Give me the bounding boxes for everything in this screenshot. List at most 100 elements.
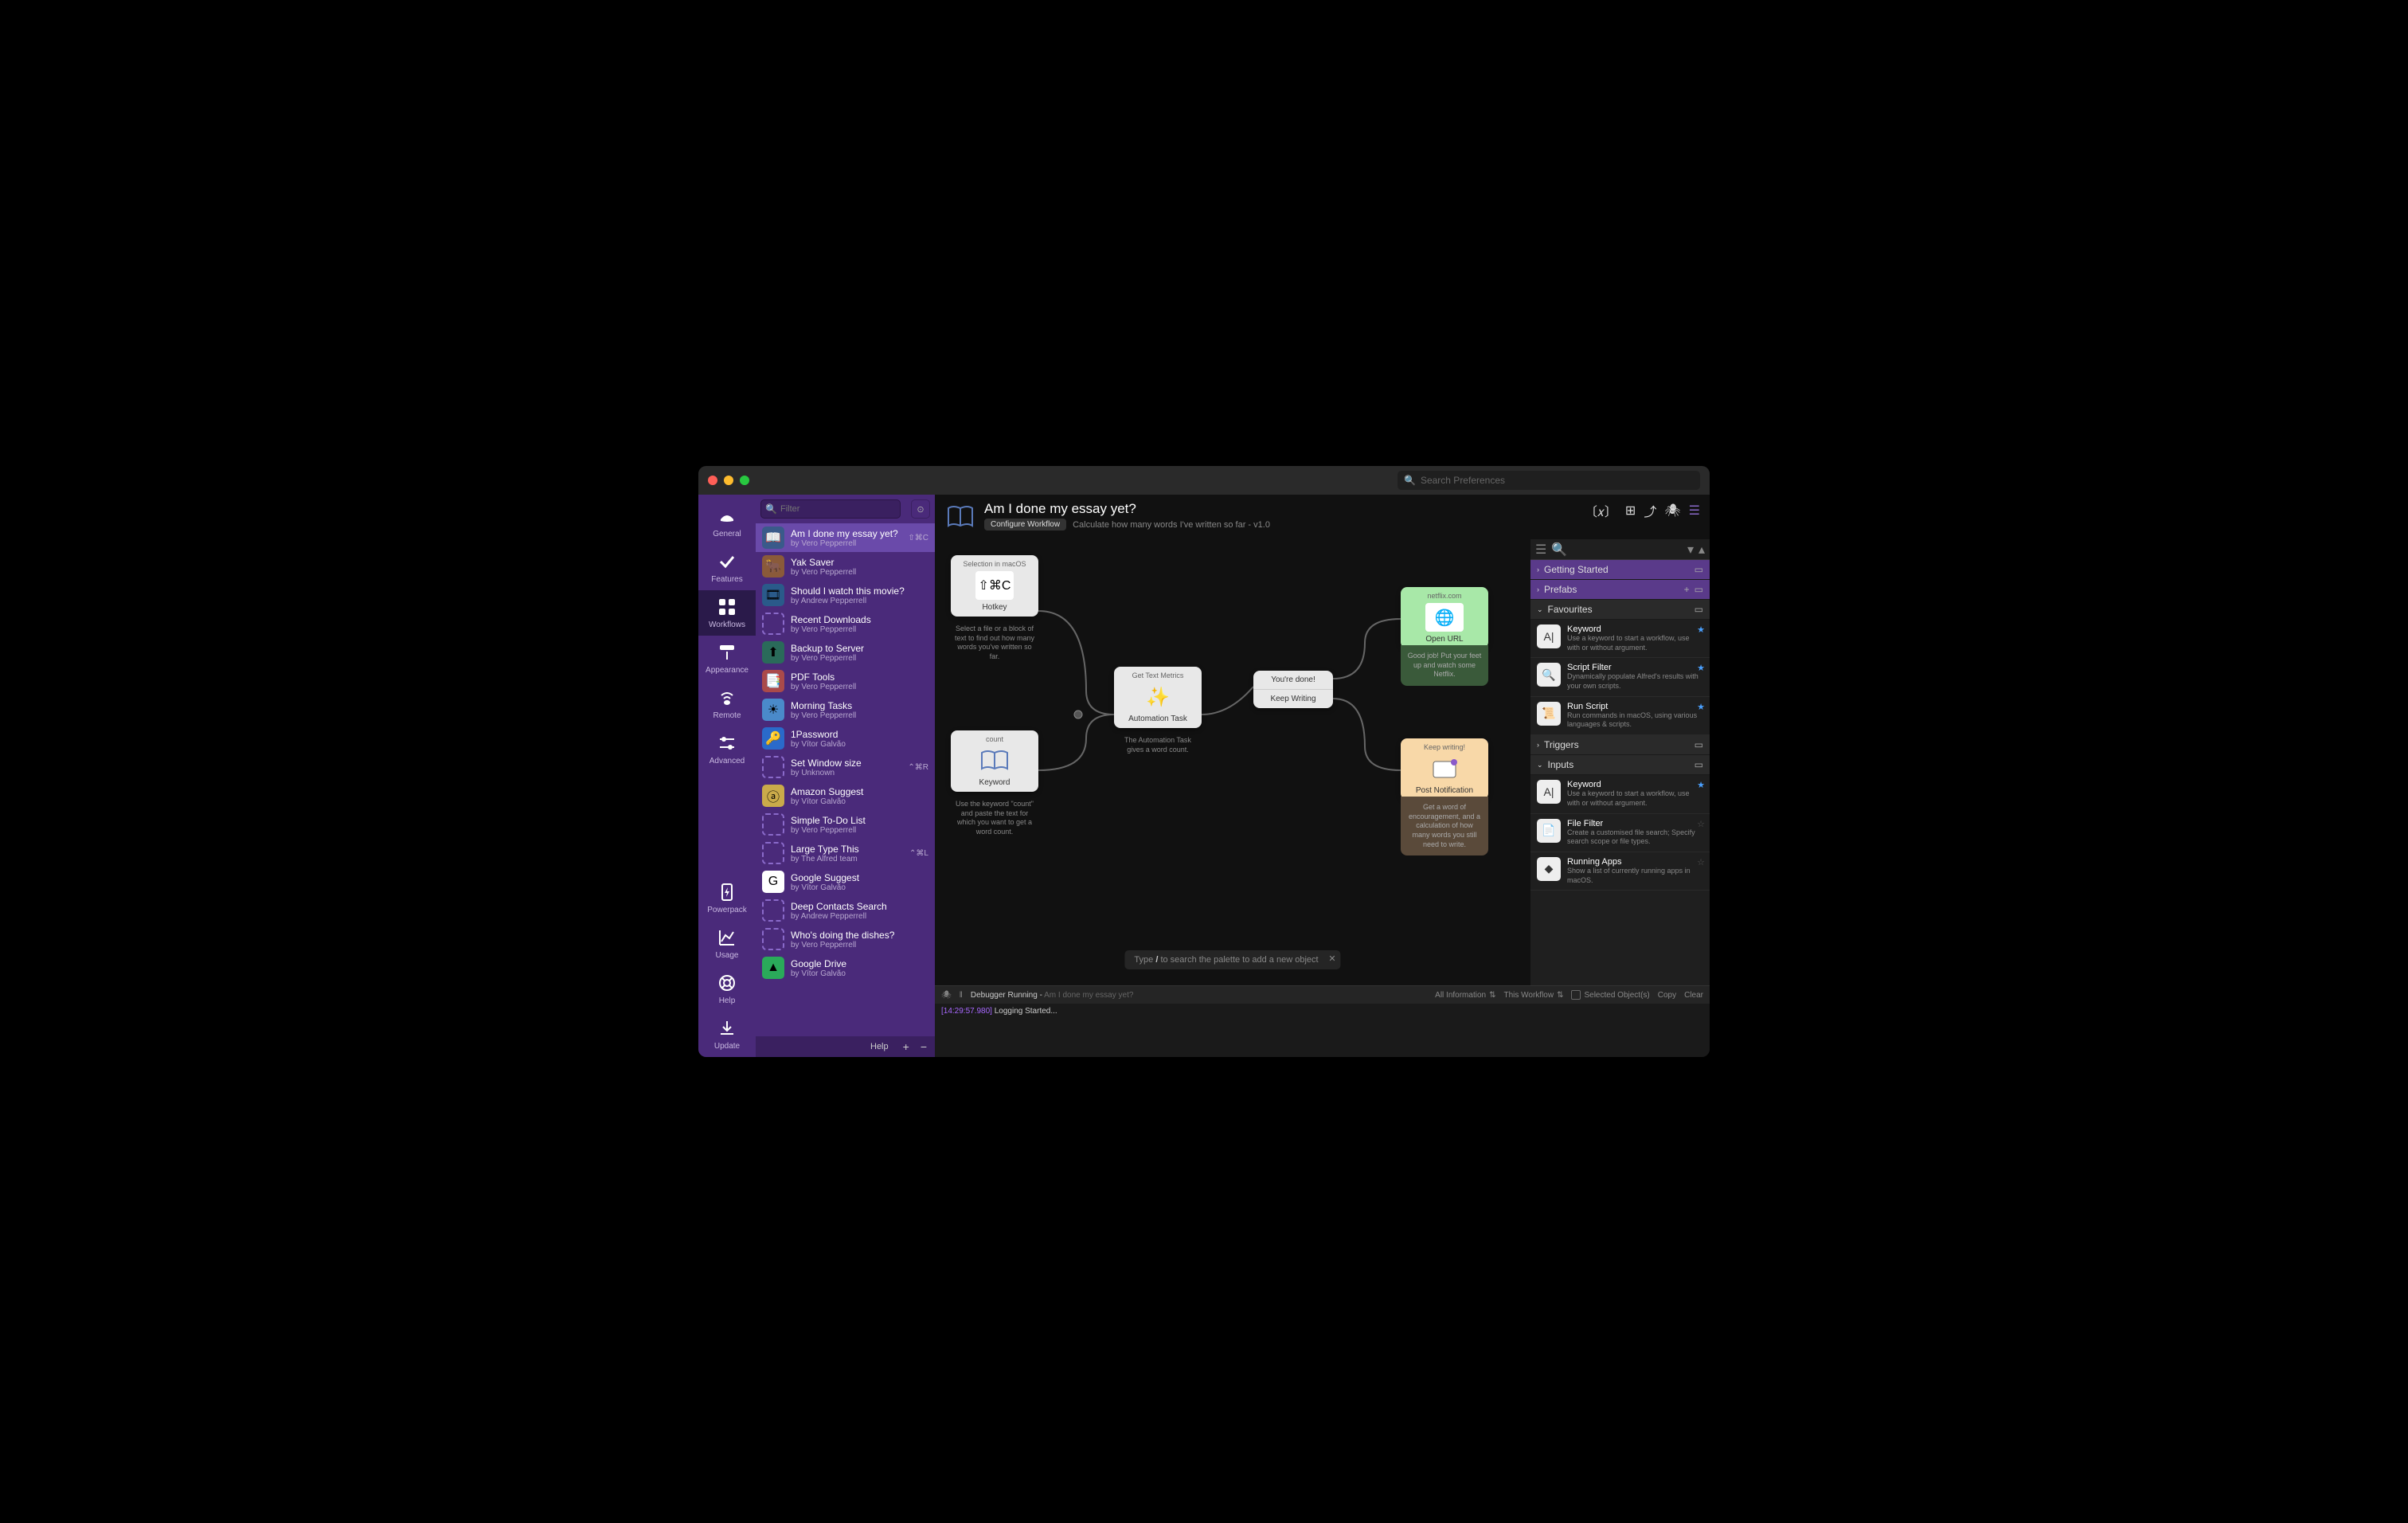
favourite-star-icon[interactable]: ★ xyxy=(1697,663,1705,673)
search-icon: 🔍 xyxy=(765,503,777,515)
workflow-item-icon: 🔑 xyxy=(762,727,784,750)
nav-help[interactable]: Help xyxy=(698,966,756,1012)
workflow-item[interactable]: 🔑1Passwordby Vítor Galvão xyxy=(756,724,935,753)
window-icon[interactable]: ▭ xyxy=(1695,604,1703,615)
conditional-option-done[interactable]: You're done! xyxy=(1253,671,1333,690)
nav-features[interactable]: Features xyxy=(698,545,756,590)
workflow-item-author: by Vero Pepperrell xyxy=(791,625,928,634)
minimize-icon[interactable] xyxy=(724,476,733,485)
debug-icon[interactable]: 🕷 xyxy=(1664,503,1680,519)
workflow-item[interactable]: ▲Google Driveby Vítor Galvão xyxy=(756,953,935,982)
workflow-item[interactable]: ⬆Backup to Serverby Vero Pepperrell xyxy=(756,638,935,667)
workflow-item[interactable]: GGoogle Suggestby Vítor Galvão xyxy=(756,867,935,896)
palette-item[interactable]: 🔍Script FilterDynamically populate Alfre… xyxy=(1530,658,1710,696)
debugger-log[interactable]: [14:29:57.980] Logging Started... xyxy=(935,1004,1710,1057)
node-open-url[interactable]: netflix.com 🌐 Open URL Good job! Put you… xyxy=(1401,587,1488,686)
expand-icon[interactable]: ▴ xyxy=(1698,542,1705,558)
favourite-star-icon[interactable]: ★ xyxy=(1697,780,1705,790)
workflow-item-icon: ⬆ xyxy=(762,641,784,664)
favourite-star-icon[interactable]: ★ xyxy=(1697,702,1705,712)
pause-icon[interactable]: ‖ xyxy=(960,991,963,1000)
palette-item[interactable]: 📜Run ScriptRun commands in macOS, using … xyxy=(1530,697,1710,735)
nav-workflows[interactable]: Workflows xyxy=(698,590,756,636)
favourite-star-icon[interactable]: ☆ xyxy=(1697,819,1705,829)
node-automation-task[interactable]: Get Text Metrics ✨ Automation Task The A… xyxy=(1114,667,1202,758)
workflow-item[interactable]: Recent Downloadsby Vero Pepperrell xyxy=(756,609,935,638)
workflow-list[interactable]: 📖Am I done my essay yet?by Vero Pepperre… xyxy=(756,523,935,1036)
section-inputs[interactable]: ⌄Inputs▭ xyxy=(1530,755,1710,775)
help-button[interactable]: Help xyxy=(862,1040,897,1053)
workflow-item[interactable]: 🐂Yak Saverby Vero Pepperrell xyxy=(756,552,935,581)
node-post-notification[interactable]: Keep writing! Post Notification Get a wo… xyxy=(1401,738,1488,855)
workflow-item-icon: ▲ xyxy=(762,957,784,979)
workflow-item[interactable]: Simple To-Do Listby Vero Pepperrell xyxy=(756,810,935,839)
info-filter-select[interactable]: All Information ⇅ xyxy=(1435,991,1495,1000)
workflow-item[interactable]: ⓐAmazon Suggestby Vítor Galvão xyxy=(756,781,935,810)
collapse-icon[interactable]: ▾ xyxy=(1687,542,1694,558)
menu-icon[interactable]: ☰ xyxy=(1689,503,1700,519)
window-icon[interactable]: ▭ xyxy=(1695,564,1703,575)
section-triggers[interactable]: ›Triggers▭ xyxy=(1530,735,1710,755)
nav-appearance[interactable]: Appearance xyxy=(698,636,756,681)
filter-options-button[interactable]: ⊙ xyxy=(911,499,930,519)
search-icon[interactable]: 🔍 xyxy=(1551,542,1567,558)
workflow-item-title: Should I watch this movie? xyxy=(791,585,928,597)
search-preferences[interactable]: 🔍 Search Preferences xyxy=(1398,471,1700,490)
window-icon[interactable]: ▭ xyxy=(1695,739,1703,750)
remove-workflow-button[interactable]: − xyxy=(916,1039,932,1055)
node-keyword[interactable]: count Keyword Use the keyword "count" an… xyxy=(951,730,1038,840)
add-icon[interactable]: + xyxy=(1684,584,1690,595)
zoom-icon[interactable] xyxy=(740,476,749,485)
workflow-item[interactable]: 📖Am I done my essay yet?by Vero Pepperre… xyxy=(756,523,935,552)
copy-button[interactable]: Copy xyxy=(1658,991,1676,1000)
sidebar-top: 🔍 ⊙ xyxy=(756,495,935,523)
close-hint-icon[interactable]: ✕ xyxy=(1328,953,1335,964)
palette-item[interactable]: A|KeywordUse a keyword to start a workfl… xyxy=(1530,620,1710,658)
palette-item[interactable]: 📄File FilterCreate a customised file sea… xyxy=(1530,814,1710,852)
filter-input[interactable] xyxy=(760,499,901,519)
bug-icon[interactable]: 🕷 xyxy=(941,991,952,1000)
nav-general[interactable]: General xyxy=(698,499,756,545)
workflow-item[interactable]: Deep Contacts Searchby Andrew Pepperrell xyxy=(756,896,935,925)
add-object-icon[interactable]: ⊞ xyxy=(1625,503,1636,519)
section-prefabs[interactable]: ›Prefabs+▭ xyxy=(1530,580,1710,600)
add-workflow-button[interactable]: + xyxy=(898,1039,914,1055)
section-getting-started[interactable]: ›Getting Started▭ xyxy=(1530,560,1710,580)
nav-remote[interactable]: Remote xyxy=(698,681,756,726)
close-icon[interactable] xyxy=(708,476,717,485)
workflow-item[interactable]: 📑PDF Toolsby Vero Pepperrell xyxy=(756,667,935,695)
clear-button[interactable]: Clear xyxy=(1684,991,1703,1000)
workflow-item[interactable]: 🎞Should I watch this movie?by Andrew Pep… xyxy=(756,581,935,609)
workflow-item[interactable]: ☀Morning Tasksby Vero Pepperrell xyxy=(756,695,935,724)
section-favourites[interactable]: ⌄Favourites▭ xyxy=(1530,600,1710,620)
conditional-option-keep[interactable]: Keep Writing xyxy=(1253,690,1333,708)
nav-usage[interactable]: Usage xyxy=(698,921,756,966)
window-icon[interactable]: ▭ xyxy=(1695,759,1703,770)
selected-objects-checkbox[interactable]: Selected Object(s) xyxy=(1571,990,1649,1000)
palette-item[interactable]: A|KeywordUse a keyword to start a workfl… xyxy=(1530,775,1710,813)
variables-icon[interactable]: 〔𝑥〕 xyxy=(1585,501,1617,520)
workflow-item[interactable]: Set Window sizeby Unknown⌃⌘R xyxy=(756,753,935,781)
debugger-panel: 🕷 ‖ Debugger Running - Am I done my essa… xyxy=(935,985,1710,1057)
favourite-star-icon[interactable]: ★ xyxy=(1697,624,1705,635)
canvas[interactable]: Selection in macOS ⇧⌘C Hotkey Select a f… xyxy=(935,539,1530,985)
palette-item[interactable]: ◆Running AppsShow a list of currently ru… xyxy=(1530,852,1710,891)
export-icon[interactable]: ⤴ xyxy=(1644,501,1656,520)
favourite-star-icon[interactable]: ☆ xyxy=(1697,857,1705,867)
notification-icon xyxy=(1425,754,1464,783)
hat-icon xyxy=(717,506,737,527)
workflow-item[interactable]: Large Type Thisby The Alfred team⌃⌘L xyxy=(756,839,935,867)
configure-workflow-button[interactable]: Configure Workflow xyxy=(984,519,1066,531)
workflow-item-icon: 🎞 xyxy=(762,584,784,606)
window-icon[interactable]: ▭ xyxy=(1695,584,1703,595)
list-icon[interactable]: ☰ xyxy=(1535,542,1546,558)
workflow-item-author: by Vero Pepperrell xyxy=(791,568,928,577)
nav-powerpack[interactable]: Powerpack xyxy=(698,875,756,921)
scope-filter-select[interactable]: This Workflow ⇅ xyxy=(1503,991,1563,1000)
debugger-toolbar: 🕷 ‖ Debugger Running - Am I done my essa… xyxy=(935,986,1710,1004)
nav-update[interactable]: Update xyxy=(698,1012,756,1057)
nav-advanced[interactable]: Advanced xyxy=(698,726,756,772)
node-hotkey[interactable]: Selection in macOS ⇧⌘C Hotkey Select a f… xyxy=(951,555,1038,665)
node-conditional[interactable]: You're done! Keep Writing xyxy=(1253,671,1333,708)
workflow-item[interactable]: Who's doing the dishes?by Vero Pepperrel… xyxy=(756,925,935,953)
